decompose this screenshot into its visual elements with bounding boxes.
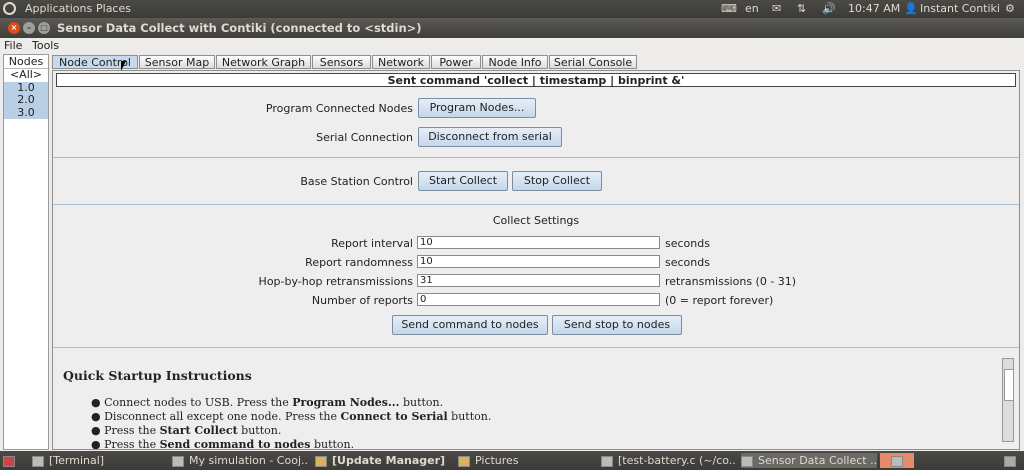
trash-icon[interactable] bbox=[1004, 453, 1020, 468]
terminal-icon bbox=[32, 455, 44, 467]
taskbar-item-update-manager[interactable]: [Update Manager] bbox=[315, 453, 445, 468]
nodes-header: Nodes bbox=[4, 55, 48, 69]
divider bbox=[53, 157, 1019, 158]
send-stop-button[interactable]: Send stop to nodes bbox=[552, 315, 682, 335]
randomness-label: Report randomness bbox=[305, 256, 413, 269]
start-collect-button[interactable]: Start Collect bbox=[418, 171, 508, 191]
clock[interactable]: 10:47 AM bbox=[848, 2, 900, 15]
node-item-all[interactable]: <All> bbox=[4, 68, 48, 82]
stop-collect-button[interactable]: Stop Collect bbox=[512, 171, 602, 191]
send-command-button[interactable]: Send command to nodes bbox=[392, 315, 548, 335]
update-icon bbox=[315, 455, 327, 467]
tab-node-info[interactable]: Node Info bbox=[482, 55, 548, 69]
serial-label: Serial Connection bbox=[316, 131, 413, 144]
randomness-field[interactable]: 10 bbox=[417, 255, 660, 268]
instruction-item: ● Disconnect all except one node. Press … bbox=[91, 410, 492, 423]
randomness-unit: seconds bbox=[665, 256, 710, 269]
node-item-3[interactable]: 3.0 bbox=[4, 106, 48, 119]
keyboard-icon[interactable]: ⌨ bbox=[721, 2, 737, 15]
java-icon bbox=[891, 455, 903, 467]
report-interval-unit: seconds bbox=[665, 237, 710, 250]
instruction-item: ● Press the Send command to nodes button… bbox=[91, 438, 355, 449]
divider bbox=[53, 204, 1019, 205]
status-bar: Sent command 'collect | timestamp | binp… bbox=[56, 73, 1016, 87]
ubuntu-logo-icon[interactable] bbox=[3, 2, 16, 15]
node-control-panel: Sent command 'collect | timestamp | binp… bbox=[52, 70, 1020, 450]
mail-icon[interactable]: ✉ bbox=[772, 2, 781, 15]
taskbar-item-test-battery[interactable]: [test-battery.c (~/co... bbox=[601, 453, 736, 468]
report-interval-label: Report interval bbox=[331, 237, 413, 250]
tab-network[interactable]: Network bbox=[372, 55, 430, 69]
window-title: Sensor Data Collect with Contiki (connec… bbox=[57, 21, 422, 35]
quickstart-scrollbar[interactable] bbox=[1002, 358, 1014, 442]
tab-sensors[interactable]: Sensors bbox=[312, 55, 371, 69]
taskbar-item-terminal[interactable]: [Terminal] bbox=[32, 453, 162, 468]
quickstart-panel: Quick Startup Instructions ● Connect nod… bbox=[56, 354, 1016, 449]
program-label: Program Connected Nodes bbox=[265, 102, 413, 115]
hop-label: Hop-by-hop retransmissions bbox=[258, 275, 413, 288]
nodes-list: Nodes <All> 1.0 2.0 3.0 bbox=[3, 54, 49, 450]
user-name[interactable]: Instant Contiki bbox=[920, 2, 1000, 15]
quickstart-title: Quick Startup Instructions bbox=[63, 368, 252, 383]
tab-serial-console[interactable]: Serial Console bbox=[549, 55, 637, 69]
language-indicator[interactable]: en bbox=[745, 2, 759, 15]
java-icon bbox=[172, 455, 184, 467]
report-interval-field[interactable]: 10 bbox=[417, 236, 660, 249]
volume-icon[interactable]: 🔊 bbox=[822, 2, 836, 15]
java-icon bbox=[741, 455, 753, 467]
tab-network-graph[interactable]: Network Graph bbox=[216, 55, 311, 69]
applications-menu[interactable]: Applications bbox=[25, 2, 92, 15]
num-reports-label: Number of reports bbox=[311, 294, 413, 307]
scrollbar-thumb[interactable] bbox=[1004, 369, 1014, 401]
program-nodes-button[interactable]: Program Nodes... bbox=[418, 98, 536, 118]
hop-field[interactable]: 31 bbox=[417, 274, 660, 287]
instruction-item: ● Press the Start Collect button. bbox=[91, 424, 282, 437]
minimize-icon[interactable]: – bbox=[23, 22, 35, 34]
divider bbox=[53, 347, 1019, 348]
folder-icon bbox=[458, 455, 470, 467]
user-icon: 👤 bbox=[904, 2, 918, 15]
top-panel: Applications Places ⌨ en ✉ ⇅ 🔊 10:47 AM … bbox=[0, 0, 1024, 18]
tab-sensor-map[interactable]: Sensor Map bbox=[139, 55, 215, 69]
show-desktop-icon[interactable] bbox=[3, 453, 17, 468]
disconnect-serial-button[interactable]: Disconnect from serial bbox=[418, 127, 562, 147]
file-menu[interactable]: File bbox=[4, 39, 22, 52]
network-icon[interactable]: ⇅ bbox=[797, 2, 806, 15]
base-station-label: Base Station Control bbox=[300, 175, 413, 188]
node-item-2[interactable]: 2.0 bbox=[4, 93, 48, 107]
mouse-cursor-icon bbox=[121, 61, 126, 71]
window-titlebar: × – □ Sensor Data Collect with Contiki (… bbox=[0, 18, 1024, 38]
text-editor-icon bbox=[601, 455, 613, 467]
close-icon[interactable]: × bbox=[8, 22, 20, 34]
taskbar-item-extra[interactable] bbox=[880, 453, 914, 468]
tools-menu[interactable]: Tools bbox=[32, 39, 59, 52]
instruction-item: ● Connect nodes to USB. Press the Progra… bbox=[91, 396, 444, 409]
collect-settings-title: Collect Settings bbox=[492, 214, 580, 227]
tab-power[interactable]: Power bbox=[431, 55, 481, 69]
taskbar-item-cooja[interactable]: My simulation - Cooj... bbox=[172, 453, 307, 468]
gear-icon[interactable]: ⚙ bbox=[1005, 2, 1015, 15]
num-reports-field[interactable]: 0 bbox=[417, 293, 660, 306]
taskbar-item-sensor-data-collect[interactable]: Sensor Data Collect ... bbox=[741, 453, 877, 468]
places-menu[interactable]: Places bbox=[96, 2, 131, 15]
hop-unit: retransmissions (0 - 31) bbox=[665, 275, 797, 288]
taskbar-item-pictures[interactable]: Pictures bbox=[458, 453, 588, 468]
maximize-icon[interactable]: □ bbox=[38, 22, 50, 34]
menu-bar: File Tools bbox=[0, 38, 1024, 53]
taskbar: [Terminal] My simulation - Cooj... [Upda… bbox=[0, 451, 1024, 470]
num-reports-unit: (0 = report forever) bbox=[665, 294, 774, 307]
